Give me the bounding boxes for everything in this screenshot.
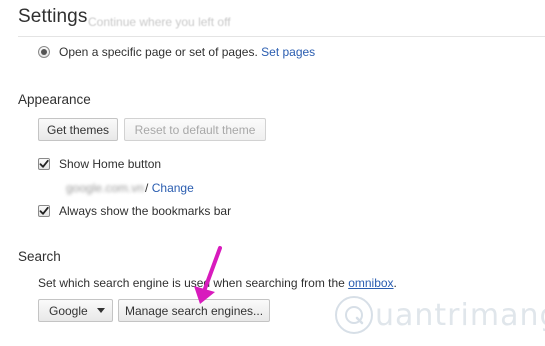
- search-engine-select[interactable]: Google: [38, 299, 113, 322]
- startup-option-label: Open a specific page or set of pages.: [59, 45, 258, 59]
- search-description-text: Set which search engine is used when sea…: [38, 276, 345, 290]
- startup-specific-pages-option[interactable]: Open a specific page or set of pages. Se…: [38, 45, 315, 59]
- home-page-url-row: google.com.vn / Change: [66, 181, 194, 195]
- change-home-page-link[interactable]: Change: [152, 181, 194, 195]
- title-divider: [18, 36, 545, 37]
- reset-default-theme-button[interactable]: Reset to default theme: [124, 118, 266, 141]
- get-themes-button[interactable]: Get themes: [38, 118, 118, 141]
- watermark: uantrimang: [335, 296, 545, 334]
- show-home-button-checkbox[interactable]: [38, 158, 50, 170]
- search-description-period: .: [393, 276, 397, 290]
- bookmarks-bar-option[interactable]: Always show the bookmarks bar: [38, 204, 231, 218]
- page-title: Settings: [18, 6, 88, 27]
- appearance-heading: Appearance: [18, 92, 91, 107]
- search-engine-selected-value: Google: [49, 303, 88, 318]
- search-description: Set which search engine is used when sea…: [38, 276, 397, 290]
- watermark-logo-icon: [335, 296, 373, 334]
- checkmark-icon: [39, 206, 49, 215]
- bookmarks-bar-label: Always show the bookmarks bar: [59, 204, 232, 218]
- search-heading: Search: [18, 249, 61, 264]
- startup-radio-button[interactable]: [38, 46, 50, 58]
- radio-selected-dot-icon: [41, 49, 47, 55]
- omnibox-link[interactable]: omnibox: [348, 276, 393, 290]
- checkmark-icon: [39, 159, 49, 168]
- settings-page: Settings Continue where you left off Ope…: [0, 0, 545, 346]
- dropdown-arrow-icon: [97, 308, 105, 313]
- show-home-button-label: Show Home button: [59, 157, 162, 171]
- home-page-url: google.com.vn: [66, 181, 145, 195]
- obscured-startup-option-text: Continue where you left off: [88, 15, 231, 29]
- watermark-text: uantrimang: [375, 297, 545, 333]
- bookmarks-bar-checkbox[interactable]: [38, 205, 50, 217]
- manage-search-engines-button[interactable]: Manage search engines...: [118, 299, 270, 322]
- show-home-button-option[interactable]: Show Home button: [38, 157, 161, 171]
- set-pages-link[interactable]: Set pages: [261, 45, 315, 59]
